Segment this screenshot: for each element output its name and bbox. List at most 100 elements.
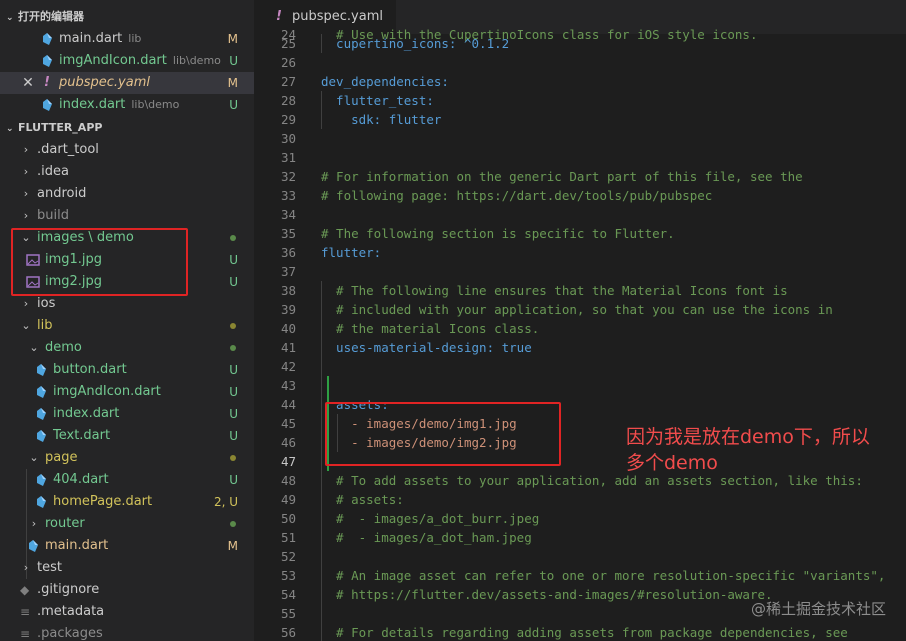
highlight-box-assets <box>325 402 561 466</box>
line-number: 34 <box>280 207 296 222</box>
chevron-right-icon: › <box>23 143 29 156</box>
tree-item-homepage-dart[interactable]: homePage.dart 2, U <box>0 491 254 513</box>
code-line: # following page: https://dart.dev/tools… <box>321 188 713 203</box>
dart-file-icon <box>37 386 46 398</box>
tree-item-android[interactable]: › android <box>0 183 254 205</box>
line-number: 36 <box>280 245 296 260</box>
tree-item-idea[interactable]: › .idea <box>0 161 254 183</box>
tree-item-demo[interactable]: ⌄ demo <box>0 337 254 359</box>
tree-item-dart-tool[interactable]: › .dart_tool <box>0 139 254 161</box>
tree-item-test[interactable]: › test <box>0 557 254 579</box>
tree-item-404-dart[interactable]: 404.dart U <box>0 469 254 491</box>
dart-file-icon <box>43 55 52 67</box>
line-number: 47 <box>280 454 296 469</box>
vscode-window: ⌄ 打开的编辑器 main.dart lib M imgAndIcon.dart li… <box>0 0 906 641</box>
tree-item-main-dart[interactable]: main.dart M <box>0 535 254 557</box>
chevron-right-icon: › <box>23 187 29 200</box>
line-number: 40 <box>280 321 296 336</box>
open-editor-label: main.dart <box>59 31 123 46</box>
code-line: # - images/a_dot_ham.jpeg <box>321 530 532 545</box>
tree-item-imgandicon-dart[interactable]: imgAndIcon.dart U <box>0 381 254 403</box>
code-line: # - images/a_dot_burr.jpeg <box>321 511 540 526</box>
open-editor-label: index.dart <box>59 97 126 112</box>
line-number: 45 <box>280 416 296 431</box>
tree-item-page[interactable]: ⌄ page <box>0 447 254 469</box>
code-line: # The following section is specific to F… <box>321 226 675 241</box>
tree-item-packages[interactable]: ≡ .packages <box>0 623 254 641</box>
open-editor-path: lib\demo <box>131 98 180 111</box>
line-number: 25 <box>280 36 296 51</box>
explorer-sidebar: ⌄ 打开的编辑器 main.dart lib M imgAndIcon.dart li… <box>0 0 254 641</box>
highlight-box-images-folder <box>11 228 188 296</box>
git-status-dot <box>230 455 236 461</box>
open-editor-index-dart[interactable]: index.dart lib\demo U <box>0 94 254 116</box>
line-number: 41 <box>280 340 296 355</box>
code-line: # For information on the generic Dart pa… <box>321 169 803 184</box>
dart-file-icon <box>29 540 38 552</box>
line-number: 54 <box>280 587 296 602</box>
annotation-note: 因为我是放在demo下，所以 多个demo <box>626 426 870 474</box>
line-number: 44 <box>280 397 296 412</box>
open-editor-main-dart[interactable]: main.dart lib M <box>0 28 254 50</box>
line-number: 28 <box>280 93 296 108</box>
line-number: 53 <box>280 568 296 583</box>
chevron-down-icon: ⌄ <box>21 319 31 332</box>
line-number: 32 <box>280 169 296 184</box>
chevron-down-icon: ⌄ <box>6 13 14 23</box>
code-line: cupertino_icons: ^0.1.2 <box>321 36 510 51</box>
dart-file-icon <box>37 364 46 376</box>
tree-item-lib[interactable]: ⌄ lib <box>0 315 254 337</box>
git-status-badge: U <box>229 54 238 68</box>
code-line: flutter_test: <box>321 93 434 108</box>
open-editors-header[interactable]: ⌄ 打开的编辑器 <box>0 6 84 28</box>
file-tree: › .dart_tool › .idea › android › build ⌄… <box>0 139 254 641</box>
chevron-down-icon: ⌄ <box>29 341 39 354</box>
code-line: # For details regarding adding assets fr… <box>321 625 848 640</box>
tree-item-router[interactable]: › router <box>0 513 254 535</box>
git-status-badge: U <box>229 385 238 399</box>
open-editor-pubspec-yaml[interactable]: ✕ ! pubspec.yaml M <box>0 72 254 94</box>
code-area[interactable]: 24 25 26 27 28 29 30 31 32 33 34 35 36 3… <box>254 27 906 641</box>
tree-item-ios[interactable]: › ios <box>0 293 254 315</box>
chevron-right-icon: › <box>23 297 29 310</box>
line-number: 30 <box>280 131 296 146</box>
code-line: sdk: flutter <box>321 112 442 127</box>
tree-item-index-dart[interactable]: index.dart U <box>0 403 254 425</box>
dart-file-icon <box>37 474 46 486</box>
project-header[interactable]: ⌄ FLUTTER_APP <box>0 117 102 139</box>
line-number: 38 <box>280 283 296 298</box>
line-number: 46 <box>280 435 296 450</box>
line-number: 31 <box>280 150 296 165</box>
code-line: # An image asset can refer to one or mor… <box>321 568 886 583</box>
line-number: 51 <box>280 530 296 545</box>
dart-file-icon <box>37 496 46 508</box>
tree-item-metadata[interactable]: ≡ .metadata <box>0 601 254 623</box>
watermark: @稀土掘金技术社区 <box>750 600 886 618</box>
dart-file-icon <box>43 99 52 111</box>
open-editor-imgandicon-dart[interactable]: imgAndIcon.dart lib\demo U <box>0 50 254 72</box>
git-status-dot <box>230 521 236 527</box>
open-editor-label: pubspec.yaml <box>59 75 150 90</box>
line-number: 52 <box>280 549 296 564</box>
line-number: 37 <box>280 264 296 279</box>
chevron-right-icon: › <box>23 561 29 574</box>
code-line: # included with your application, so tha… <box>321 302 833 317</box>
tree-item-text-dart[interactable]: Text.dart U <box>0 425 254 447</box>
git-status-badge: M <box>227 539 238 553</box>
code-line: # assets: <box>321 492 404 507</box>
git-status-badge: U <box>229 407 238 421</box>
tree-item-gitignore[interactable]: ◆ .gitignore <box>0 579 254 601</box>
chevron-right-icon: › <box>23 165 29 178</box>
open-editor-path: lib\demo <box>172 54 221 67</box>
tree-item-build[interactable]: › build <box>0 205 254 227</box>
tree-item-button-dart[interactable]: button.dart U <box>0 359 254 381</box>
code-line: # the material Icons class. <box>321 321 540 336</box>
chevron-right-icon: › <box>31 517 37 530</box>
chevron-down-icon: ⌄ <box>29 451 39 464</box>
line-number: 26 <box>280 55 296 70</box>
line-number: 33 <box>280 188 296 203</box>
git-status-badge: M <box>227 32 238 46</box>
line-number: 55 <box>280 606 296 621</box>
close-icon[interactable]: ✕ <box>22 72 34 94</box>
line-number: 27 <box>280 74 296 89</box>
